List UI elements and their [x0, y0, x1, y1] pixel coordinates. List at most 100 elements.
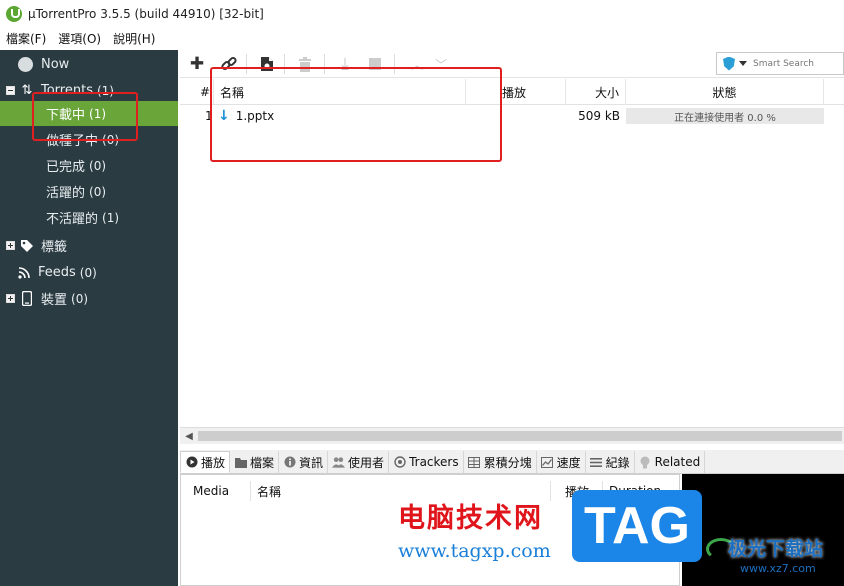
- shield-icon: [723, 56, 735, 71]
- collapse-icon[interactable]: [6, 86, 15, 95]
- menu-help[interactable]: 說明(H): [113, 30, 155, 47]
- column-media[interactable]: Media: [181, 481, 251, 501]
- list-header: # 名稱 播放 大小 狀態: [180, 79, 844, 105]
- row-name: ↓ 1.pptx: [218, 106, 458, 126]
- sidebar-item-count: (0): [89, 158, 107, 173]
- sidebar-item-active[interactable]: 活躍的 (0): [0, 179, 178, 204]
- watermark-site-name: 极光下载站: [728, 538, 824, 560]
- sidebar-item-count: (0): [71, 291, 89, 306]
- torrent-list: # 名稱 播放 大小 狀態 1 ↓ 1.pptx 509 kB 正在連接使用者 …: [180, 79, 844, 427]
- tab-info[interactable]: 資訊: [279, 451, 329, 473]
- sidebar-item-count: (0): [79, 265, 97, 280]
- tab-label: 檔案: [250, 455, 275, 470]
- sidebar-item-now[interactable]: Now: [0, 52, 178, 77]
- chevron-down-icon: ﹀: [434, 57, 447, 72]
- smart-search[interactable]: [716, 52, 844, 75]
- tab-label: Trackers: [409, 455, 459, 469]
- tab-label: Related: [654, 455, 701, 469]
- row-size: 509 kB: [578, 109, 620, 123]
- horizontal-scrollbar[interactable]: ◀: [180, 427, 844, 444]
- utorrent-logo-icon: [6, 6, 22, 22]
- folder-icon: [234, 456, 247, 469]
- column-number[interactable]: #: [180, 79, 214, 105]
- phone-icon: [19, 291, 35, 307]
- sidebar-item-devices[interactable]: 裝置 (0): [0, 286, 178, 311]
- move-up-button[interactable]: ︿: [406, 54, 428, 74]
- row-status: 正在連接使用者 0.0 %: [626, 108, 824, 124]
- link-icon: [221, 56, 237, 71]
- tab-log[interactable]: 紀錄: [586, 451, 635, 473]
- download-icon: ⤓: [341, 54, 349, 74]
- add-torrent-button[interactable]: ✚: [186, 54, 208, 74]
- grid-icon: [468, 456, 481, 469]
- table-row[interactable]: 1 ↓ 1.pptx 509 kB 正在連接使用者 0.0 %: [180, 106, 844, 126]
- tab-label: 速度: [556, 455, 581, 470]
- sidebar-item-completed[interactable]: 已完成 (0): [0, 153, 178, 178]
- tab-pieces[interactable]: 累積分塊: [464, 451, 537, 473]
- watermark-text: 电脑技术网: [398, 503, 543, 534]
- sidebar-item-count: (1): [96, 83, 114, 98]
- create-torrent-button[interactable]: [256, 54, 278, 74]
- move-down-button[interactable]: ﹀: [430, 54, 452, 74]
- sidebar-item-feeds[interactable]: Feeds (0): [0, 260, 178, 285]
- tab-label: 資訊: [299, 455, 324, 470]
- tab-files[interactable]: 檔案: [230, 451, 280, 473]
- speed-chart-icon: [541, 456, 554, 469]
- search-input[interactable]: [753, 58, 841, 69]
- sidebar-item-count: (1): [89, 106, 107, 121]
- log-lines-icon: [590, 456, 603, 469]
- expand-icon[interactable]: [6, 294, 15, 303]
- tab-speed[interactable]: 速度: [537, 451, 586, 473]
- tab-label: 使用者: [348, 455, 385, 470]
- sidebar-item-label: 標籤: [41, 240, 68, 255]
- title-bar: µTorrentPro 3.5.5 (build 44910) [32-bit]: [0, 0, 844, 28]
- sidebar-item-labels[interactable]: 標籤: [0, 233, 178, 258]
- column-play[interactable]: 播放: [466, 79, 566, 105]
- add-link-button[interactable]: [218, 54, 240, 74]
- tab-label: 紀錄: [605, 455, 630, 470]
- row-number: 1: [205, 109, 213, 123]
- detail-tabs: 播放 檔案 資訊 使用者 Trackers 累積分塊 速度 紀錄 Related: [180, 450, 844, 474]
- watermark-tag-logo: TAG: [572, 490, 702, 562]
- rss-icon: [16, 265, 32, 281]
- delete-button[interactable]: [294, 54, 316, 74]
- watermark-site-url: www.xz7.com: [740, 562, 816, 575]
- target-icon: [393, 456, 406, 469]
- sidebar-item-inactive[interactable]: 不活躍的 (1): [0, 205, 178, 230]
- dropdown-caret-icon[interactable]: [739, 61, 747, 66]
- lightbulb-icon: [639, 456, 652, 469]
- tab-trackers[interactable]: Trackers: [389, 451, 464, 473]
- sidebar-item-downloading[interactable]: 下載中 (1): [0, 101, 178, 126]
- menu-options[interactable]: 選項(O): [58, 30, 101, 47]
- stop-button[interactable]: [364, 54, 386, 74]
- sidebar-item-label: Now: [41, 57, 70, 72]
- scroll-left-icon[interactable]: ◀: [182, 429, 196, 443]
- menu-file[interactable]: 檔案(F): [6, 30, 46, 47]
- scroll-thumb[interactable]: [198, 431, 842, 441]
- watermark-url: www.tagxp.com: [398, 540, 551, 562]
- column-name[interactable]: 名稱: [214, 79, 466, 105]
- tab-label: 播放: [201, 455, 226, 470]
- info-icon: [283, 456, 296, 469]
- column-status[interactable]: 狀態: [626, 79, 824, 105]
- expand-icon[interactable]: [6, 241, 15, 250]
- column-size[interactable]: 大小: [566, 79, 626, 105]
- sidebar-item-count: (0): [89, 184, 107, 199]
- delete-icon: [299, 56, 311, 72]
- sidebar-item-torrents[interactable]: ⇅ Torrents (1): [0, 78, 178, 103]
- play-icon: [185, 456, 198, 469]
- sidebar-item-label: Feeds: [38, 265, 76, 280]
- sidebar-item-label: 做種子中: [46, 134, 99, 149]
- start-button[interactable]: ⤓: [334, 54, 356, 74]
- sidebar-item-seeding[interactable]: 做種子中 (0): [0, 127, 178, 152]
- sidebar-item-label: Torrents: [41, 83, 93, 98]
- tab-label: 累積分塊: [483, 455, 532, 470]
- tab-peers[interactable]: 使用者: [328, 451, 390, 473]
- tab-play[interactable]: 播放: [180, 451, 231, 473]
- sidebar-item-count: (1): [102, 210, 120, 225]
- tab-related[interactable]: Related: [635, 451, 706, 473]
- tag-icon: [19, 238, 35, 254]
- users-icon: [332, 456, 346, 469]
- sidebar-item-count: (0): [102, 132, 120, 147]
- sidebar-item-label: 下載中: [46, 108, 86, 123]
